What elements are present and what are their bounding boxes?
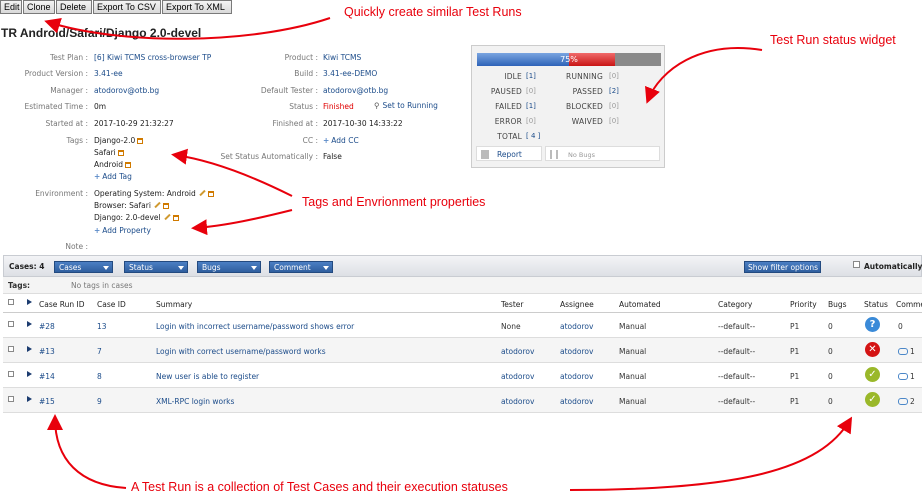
cases-arrow-right <box>569 416 853 491</box>
annotation-arrows <box>44 17 853 491</box>
tags-arrow-lower <box>191 209 293 236</box>
tags-annotation: Tags and Envrionment properties <box>302 195 486 209</box>
widget-arrow <box>645 47 763 104</box>
cases-annotation: A Test Run is a collection of Test Cases… <box>131 480 508 494</box>
clone-annotation: Quickly create similar Test Runs <box>344 5 522 19</box>
widget-annotation: Test Run status widget <box>770 33 896 47</box>
tags-arrow-upper <box>171 148 293 197</box>
cases-arrow-left <box>47 414 127 489</box>
clone-arrow <box>44 17 331 40</box>
